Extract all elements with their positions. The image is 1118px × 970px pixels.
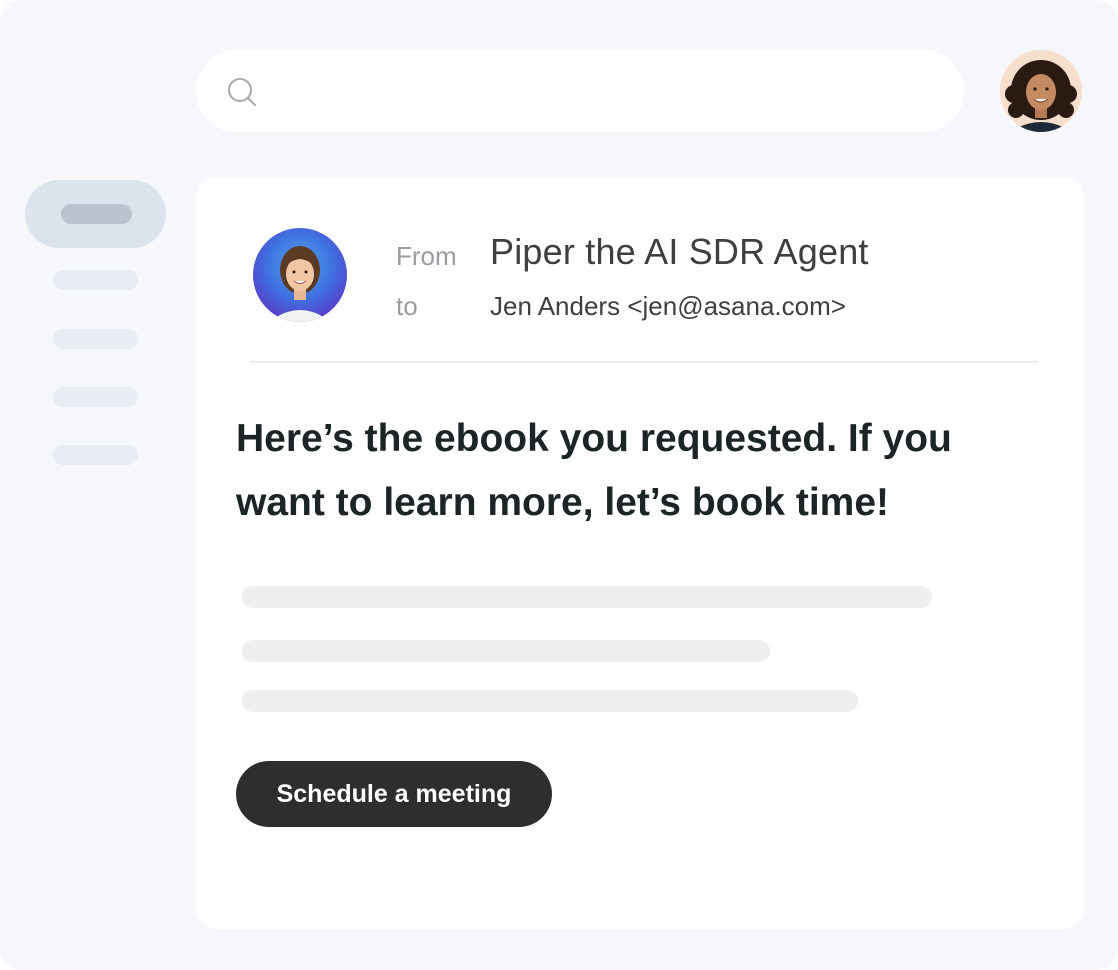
text-placeholder-line xyxy=(242,586,932,608)
sender-name: Piper the AI SDR Agent xyxy=(490,231,869,272)
sidebar-item[interactable] xyxy=(53,387,138,407)
sidebar-item[interactable] xyxy=(53,445,138,465)
to-label: to xyxy=(396,291,418,321)
divider xyxy=(250,361,1038,363)
sidebar-item-active[interactable] xyxy=(25,180,166,248)
sidebar-item-placeholder xyxy=(61,204,132,224)
from-label: From xyxy=(396,241,457,271)
email-message: Here’s the ebook you requested. If you w… xyxy=(236,417,952,524)
text-placeholder-line xyxy=(242,690,858,712)
sidebar-item[interactable] xyxy=(53,270,138,290)
app-window: From to Piper the AI SDR Agent Jen Ander… xyxy=(0,0,1118,970)
schedule-meeting-button[interactable]: Schedule a meeting xyxy=(236,761,552,827)
user-avatar[interactable] xyxy=(1000,50,1082,132)
search-input[interactable] xyxy=(196,50,964,132)
sender-avatar[interactable] xyxy=(253,228,347,322)
email-card: From to Piper the AI SDR Agent Jen Ander… xyxy=(196,177,1084,929)
search-icon[interactable] xyxy=(226,76,258,108)
recipient-address: Jen Anders <jen@asana.com> xyxy=(490,291,846,321)
sidebar-item[interactable] xyxy=(53,329,138,349)
text-placeholder-line xyxy=(242,640,770,662)
